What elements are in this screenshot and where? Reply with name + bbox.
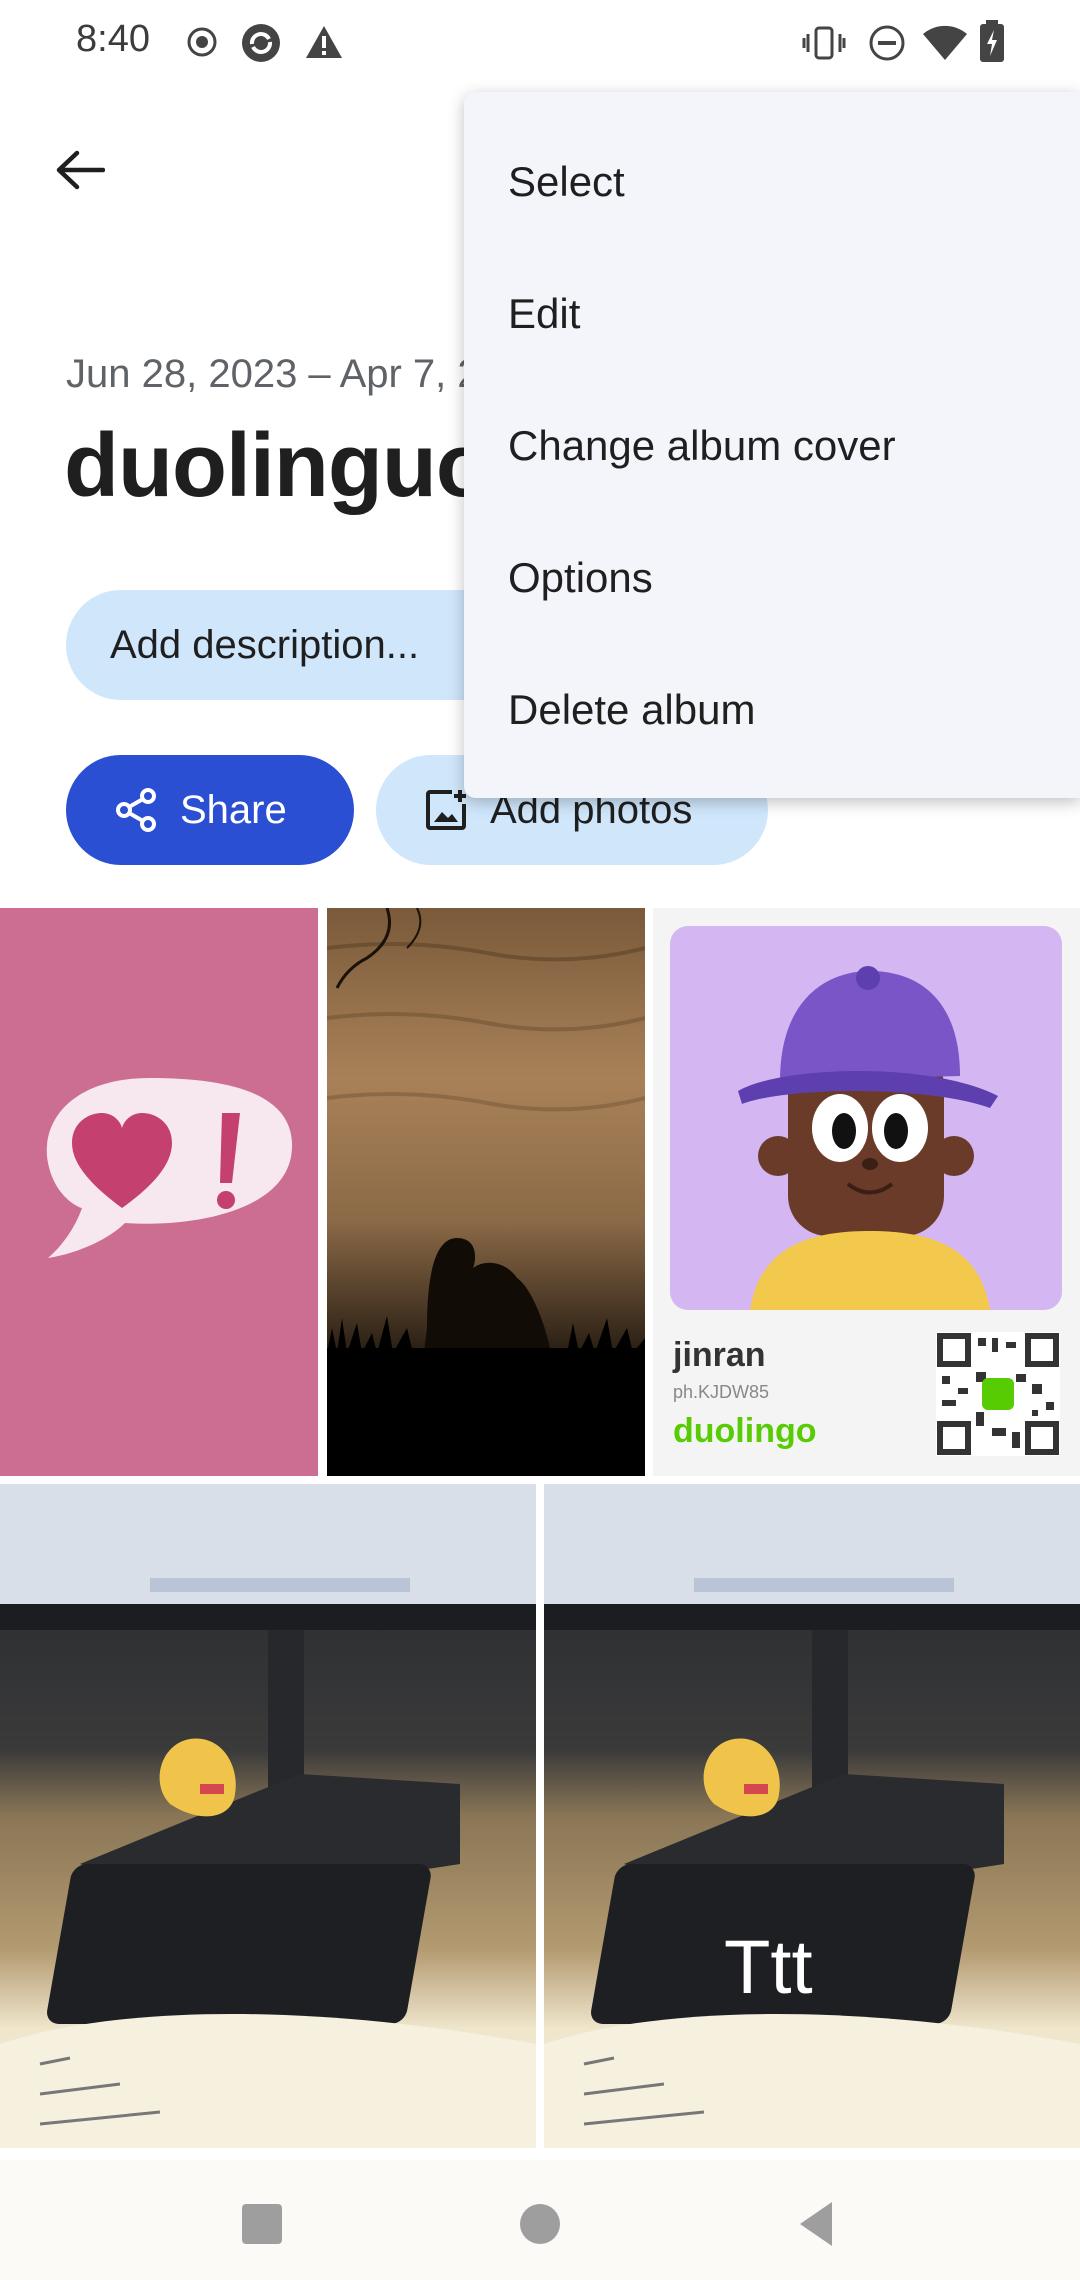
menu-item-select[interactable]: Select xyxy=(464,116,1080,248)
share-icon xyxy=(116,788,156,832)
status-bar: 8:40 xyxy=(0,0,1080,90)
share-button[interactable]: Share xyxy=(66,755,354,865)
record-icon xyxy=(187,27,217,57)
profile-handle: ph.KJDW85 xyxy=(673,1382,770,1402)
menu-item-edit[interactable]: Edit xyxy=(464,248,1080,380)
do-not-disturb-icon xyxy=(869,25,905,61)
overflow-menu: Select Edit Change album cover Options D… xyxy=(464,92,1080,798)
photo-thumbnail[interactable]: Ttt xyxy=(544,1484,1080,2148)
back-button[interactable] xyxy=(40,130,120,210)
photo-thumbnail[interactable]: jinran ph.KJDW85 duolingo xyxy=(653,908,1080,1476)
overlay-text: Ttt xyxy=(724,1925,813,2010)
photo-thumbnail[interactable] xyxy=(327,908,645,1476)
status-time: 8:40 xyxy=(76,18,150,60)
menu-item-options[interactable]: Options xyxy=(464,512,1080,644)
photo-thumbnail[interactable] xyxy=(0,908,318,1476)
wifi-icon xyxy=(923,25,967,60)
desk-keyboard-image xyxy=(544,1484,1080,2148)
avatar-card xyxy=(670,926,1062,1310)
duolingo-character-image xyxy=(738,966,998,1310)
back-nav-button[interactable] xyxy=(796,2200,836,2248)
sync-icon xyxy=(242,24,280,62)
speech-bubble-heart-image xyxy=(46,1078,293,1258)
duolingo-logo: duolingo xyxy=(673,1412,817,1450)
couple-silhouette-image xyxy=(327,908,645,1476)
album-title[interactable]: duolinguo xyxy=(64,415,491,518)
recents-button[interactable] xyxy=(240,2202,284,2246)
vibrate-icon xyxy=(802,26,846,60)
add-description-label: Add description... xyxy=(110,622,420,667)
warning-icon xyxy=(306,26,342,58)
desk-keyboard-image xyxy=(0,1484,536,2148)
profile-name: jinran xyxy=(673,1336,766,1374)
menu-item-delete-album[interactable]: Delete album xyxy=(464,644,1080,776)
navigation-bar xyxy=(0,2160,1080,2280)
add-photo-icon xyxy=(426,790,466,830)
home-button[interactable] xyxy=(518,2202,562,2246)
arrow-back-icon xyxy=(56,150,105,190)
qr-code-image xyxy=(936,1332,1060,1456)
menu-item-change-album-cover[interactable]: Change album cover xyxy=(464,380,1080,512)
album-date-range: Jun 28, 2023 – Apr 7, 2 xyxy=(66,352,480,396)
share-label: Share xyxy=(180,787,287,832)
photo-thumbnail[interactable] xyxy=(0,1484,536,2148)
battery-icon xyxy=(980,20,1004,62)
